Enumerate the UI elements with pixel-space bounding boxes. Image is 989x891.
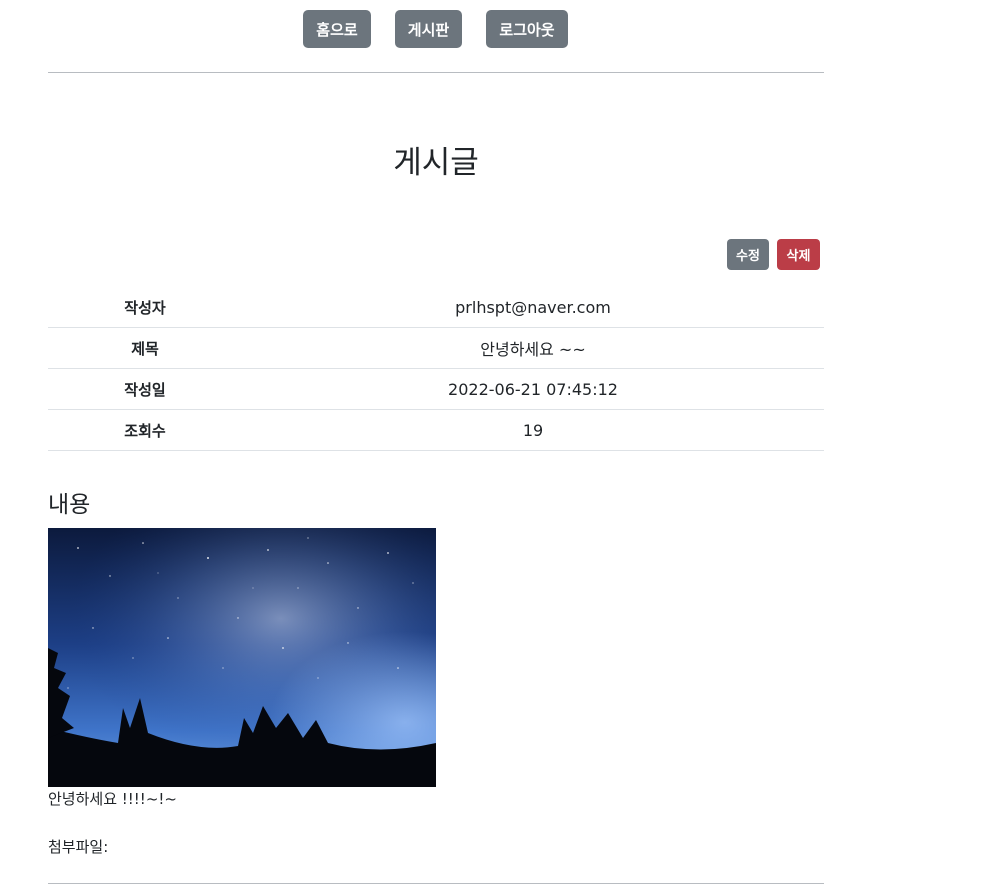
footer-divider <box>48 883 824 884</box>
meta-row-views: 조회수 19 <box>48 410 824 451</box>
board-button[interactable]: 게시판 <box>395 10 462 48</box>
content-image <box>48 528 436 787</box>
meta-label-views: 조회수 <box>124 421 166 440</box>
header-divider <box>48 72 824 73</box>
meta-value-views: 19 <box>522 420 544 440</box>
meta-row-author: 작성자 prlhspt@naver.com <box>48 287 824 328</box>
meta-row-date: 작성일 2022-06-21 07:45:12 <box>48 369 824 410</box>
meta-value-date: 2022-06-21 07:45:12 <box>448 379 618 399</box>
meta-value-author: prlhspt@naver.com <box>455 297 611 317</box>
page-title: 게시글 <box>393 145 479 181</box>
attachment-label: 첨부파일: <box>48 838 109 856</box>
meta-row-title: 제목 안녕하세요 ~~ <box>48 328 824 369</box>
delete-button[interactable]: 삭제 <box>777 239 820 270</box>
logout-button[interactable]: 로그아웃 <box>486 10 568 48</box>
meta-label-author: 작성자 <box>124 298 166 317</box>
edit-button[interactable]: 수정 <box>727 239 769 270</box>
home-button[interactable]: 홈으로 <box>303 10 371 48</box>
content-heading: 내용 <box>48 492 91 518</box>
meta-value-title: 안녕하세요 ~~ <box>480 340 586 359</box>
meta-label-date: 작성일 <box>124 380 166 399</box>
post-meta-table: 작성자 prlhspt@naver.com 제목 안녕하세요 ~~ 작성일 20… <box>48 287 824 451</box>
meta-label-title: 제목 <box>131 339 159 358</box>
content-text: 안녕하세요 !!!!~!~ <box>48 790 177 808</box>
